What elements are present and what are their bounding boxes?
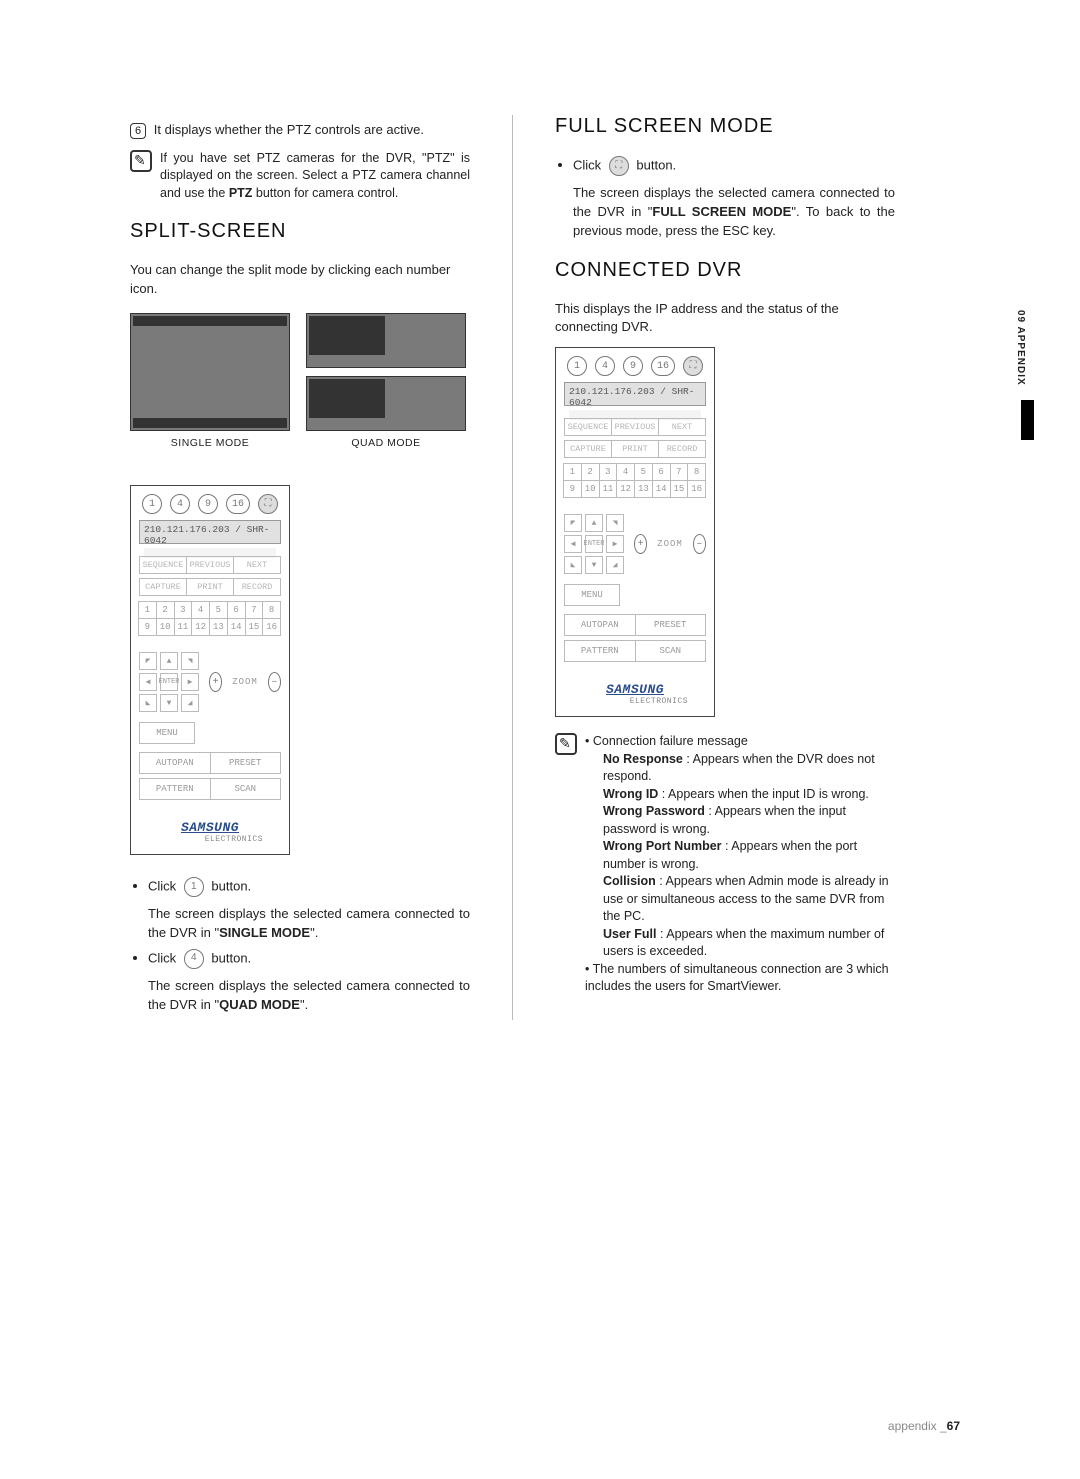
marker-6-icon: 6 bbox=[130, 123, 146, 139]
note-connection: • Connection failure message No Response… bbox=[555, 733, 895, 996]
footer-number: 67 bbox=[947, 1419, 960, 1433]
full-screen-inline-icon: ⛶ bbox=[609, 156, 629, 176]
column-divider bbox=[512, 115, 513, 1020]
single-mode-bold: SINGLE MODE bbox=[219, 925, 310, 940]
caption-row: SINGLE MODE QUAD MODE bbox=[130, 437, 470, 449]
brand-electronics: ELECTRONICS bbox=[131, 835, 289, 844]
panel-zoom-plus-icon: + bbox=[209, 672, 222, 692]
item-6: 6 It displays whether the PTZ controls a… bbox=[130, 121, 470, 140]
panel-zoom-label: ZOOM bbox=[232, 677, 258, 687]
panel-ip-text: 210.121.176.203 / SHR-6042 bbox=[144, 524, 269, 546]
click-full-pre: Click bbox=[573, 157, 605, 172]
panel-record: RECORD bbox=[234, 578, 281, 596]
panel2-mode-16-icon: 16 bbox=[651, 356, 675, 376]
panel-channel-grid: 12345678 910111213141516 bbox=[139, 602, 281, 636]
panel-zoom-minus-icon: – bbox=[268, 672, 281, 692]
heading-full-screen: FULL SCREEN MODE bbox=[555, 115, 895, 138]
panel-autopan: AUTOPAN bbox=[139, 752, 211, 774]
screenshot-quad-top bbox=[306, 313, 466, 368]
page: 09 APPENDIX 6 It displays whether the PT… bbox=[0, 0, 1080, 1479]
note-ptz-text: If you have set PTZ cameras for the DVR,… bbox=[160, 150, 470, 203]
left-column: 6 It displays whether the PTZ controls a… bbox=[130, 115, 470, 1020]
screenshot-row bbox=[130, 313, 470, 431]
click-4-post: button. bbox=[211, 950, 251, 965]
click-4-bullet: Click 4 button. The screen displays the … bbox=[148, 949, 470, 1015]
brand-samsung: SAMSUNG bbox=[181, 820, 239, 835]
heading-connected-dvr: CONNECTED DVR bbox=[555, 259, 895, 282]
control-panel-figure-right: 1 4 9 16 ⛶ 210.121.176.203 / SHR-6042 SE… bbox=[555, 347, 715, 717]
panel2-mode-4-icon: 4 bbox=[595, 356, 615, 376]
connected-intro: This displays the IP address and the sta… bbox=[555, 300, 895, 338]
click-1-desc: The screen displays the selected camera … bbox=[148, 905, 470, 943]
panel-capture: CAPTURE bbox=[139, 578, 187, 596]
caption-quad: QUAD MODE bbox=[306, 437, 466, 449]
full-mode-bold: FULL SCREEN MODE bbox=[652, 204, 791, 219]
screenshot-single-mode bbox=[130, 313, 290, 431]
panel2-ip-text: 210.121.176.203 / SHR-6042 bbox=[569, 386, 694, 408]
panel-preset: PRESET bbox=[211, 752, 282, 774]
right-column: FULL SCREEN MODE Click ⛶ button. The scr… bbox=[555, 115, 895, 1020]
two-column-layout: 6 It displays whether the PTZ controls a… bbox=[130, 115, 975, 1020]
click-1-bullet: Click 1 button. The screen displays the … bbox=[148, 877, 470, 943]
split-intro: You can change the split mode by clickin… bbox=[130, 261, 470, 299]
mode-1-inline-icon: 1 bbox=[184, 877, 204, 897]
mode-4-inline-icon: 4 bbox=[184, 949, 204, 969]
panel-pattern: PATTERN bbox=[139, 778, 211, 800]
conn-fail-head: Connection failure message bbox=[593, 734, 748, 748]
click-4-pre: Click bbox=[148, 950, 180, 965]
side-tab-marker bbox=[1021, 400, 1034, 440]
page-footer: appendix _67 bbox=[888, 1419, 960, 1433]
item-6-text: It displays whether the PTZ controls are… bbox=[154, 122, 424, 137]
panel2-mode-9-icon: 9 bbox=[623, 356, 643, 376]
ptz-bold: PTZ bbox=[229, 186, 253, 200]
quad-mode-bold: QUAD MODE bbox=[219, 997, 300, 1012]
panel2-mode-full-icon: ⛶ bbox=[683, 356, 703, 376]
panel-brand: SAMSUNG ELECTRONICS bbox=[131, 818, 289, 844]
click-full-bullet: Click ⛶ button. The screen displays the … bbox=[573, 156, 895, 241]
click-1-pre: Click bbox=[148, 878, 180, 893]
click-4-desc: The screen displays the selected camera … bbox=[148, 977, 470, 1015]
panel-mode-4-icon: 4 bbox=[170, 494, 190, 514]
panel-menu: MENU bbox=[139, 722, 195, 744]
panel-next: NEXT bbox=[234, 556, 281, 574]
panel-scan: SCAN bbox=[211, 778, 282, 800]
note-connection-text: • Connection failure message No Response… bbox=[585, 733, 895, 996]
panel-print: PRINT bbox=[187, 578, 234, 596]
panel2-mode-1-icon: 1 bbox=[567, 356, 587, 376]
panel-previous: PREVIOUS bbox=[187, 556, 234, 574]
simultaneous-text: The numbers of simultaneous connection a… bbox=[585, 962, 889, 994]
side-tab-label: 09 APPENDIX bbox=[1015, 310, 1026, 386]
screenshot-quad-bottom bbox=[306, 376, 466, 431]
note-icon bbox=[555, 733, 577, 755]
panel-dpad: ◤▲◥ ◀ENTER▶ ◣▼◢ bbox=[139, 652, 199, 712]
note-ptz: If you have set PTZ cameras for the DVR,… bbox=[130, 150, 470, 203]
panel-mode-1-icon: 1 bbox=[142, 494, 162, 514]
panel-sequence: SEQUENCE bbox=[139, 556, 187, 574]
panel-ip-bar: 210.121.176.203 / SHR-6042 bbox=[139, 520, 281, 544]
full-desc: The screen displays the selected camera … bbox=[573, 184, 895, 241]
click-full-post: button. bbox=[636, 157, 676, 172]
panel-mode-full-icon: ⛶ bbox=[258, 494, 278, 514]
click-1-post: button. bbox=[211, 878, 251, 893]
caption-single: SINGLE MODE bbox=[130, 437, 290, 449]
control-panel-figure-left: 1 4 9 16 ⛶ 210.121.176.203 / SHR-6042 SE… bbox=[130, 485, 290, 855]
heading-split-screen: SPLIT-SCREEN bbox=[130, 220, 470, 243]
footer-label: appendix _ bbox=[888, 1419, 947, 1433]
note-icon bbox=[130, 150, 152, 172]
panel-mode-16-icon: 16 bbox=[226, 494, 250, 514]
panel2-channel-grid: 12345678 910111213141516 bbox=[564, 464, 706, 498]
panel2-ip-bar: 210.121.176.203 / SHR-6042 bbox=[564, 382, 706, 406]
panel-mode-9-icon: 9 bbox=[198, 494, 218, 514]
